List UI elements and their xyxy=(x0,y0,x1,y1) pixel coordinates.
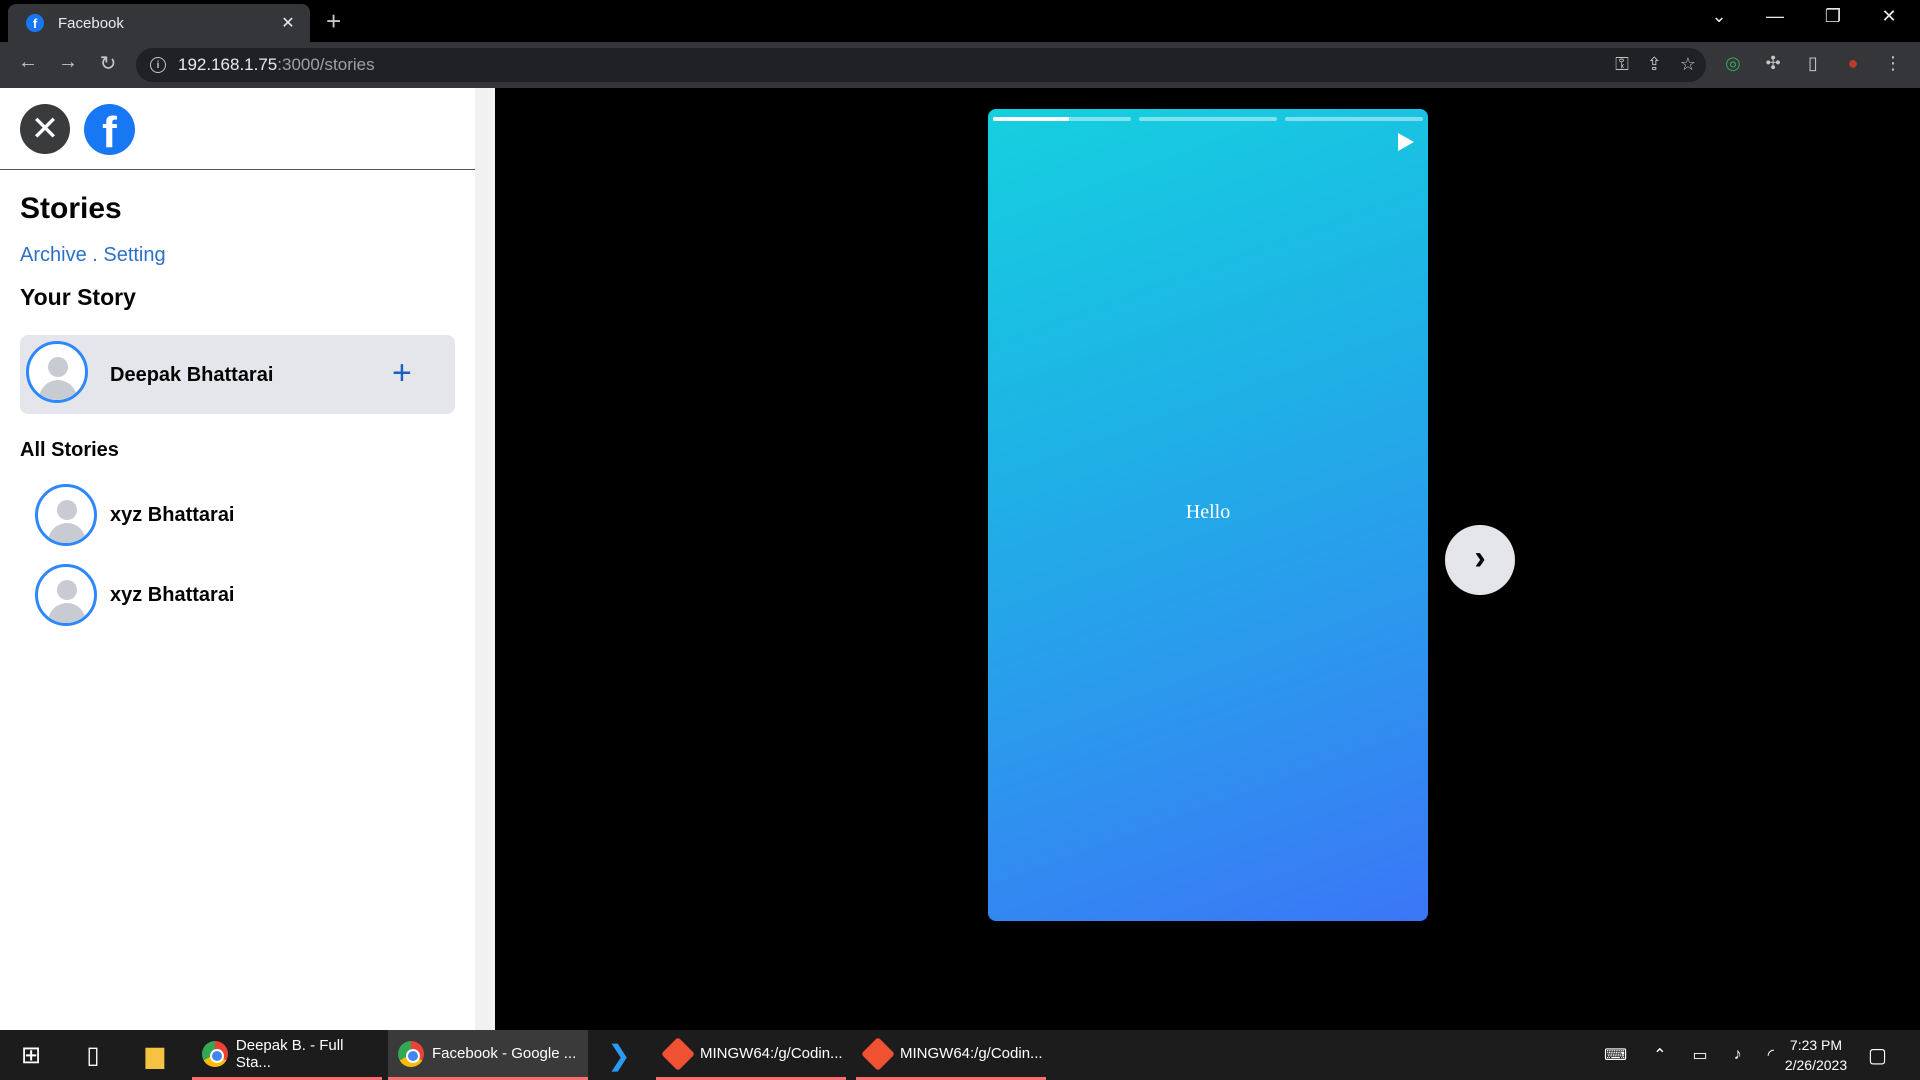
show-hidden-icons-icon[interactable]: ⌃ xyxy=(1653,1045,1666,1065)
taskbar-app-facebook[interactable]: Facebook - Google ... xyxy=(388,1030,588,1080)
list-item[interactable]: xyz Bhattarai xyxy=(20,478,455,552)
taskbar-app-chrome[interactable]: Deepak B. - Full Sta... xyxy=(192,1030,382,1080)
extension-ring-icon[interactable]: ◎ xyxy=(1720,53,1746,74)
file-explorer-icon[interactable]: ▆ xyxy=(132,1030,178,1080)
system-tray: ⌨ ⌃ ▭ ♪ ◜ xyxy=(1604,1030,1774,1080)
progress-segment xyxy=(1139,117,1277,121)
taskbar-app-label: MINGW64:/g/Codin... xyxy=(700,1045,843,1062)
page-title: Stories xyxy=(20,192,122,225)
story-user-name: xyz Bhattarai xyxy=(110,584,235,606)
avatar xyxy=(35,564,97,626)
tab-close-icon[interactable]: ✕ xyxy=(278,13,298,33)
facebook-favicon-icon: f xyxy=(26,14,44,32)
list-item[interactable]: xyz Bhattarai xyxy=(20,558,455,632)
play-icon[interactable] xyxy=(1398,133,1414,151)
notifications-icon[interactable]: ▢ xyxy=(1868,1030,1887,1080)
avatar xyxy=(35,484,97,546)
next-story-chevron-icon[interactable]: › xyxy=(1445,525,1515,595)
minimize-icon[interactable]: — xyxy=(1752,6,1798,27)
git-icon xyxy=(861,1036,895,1071)
windows-taskbar: ⊞ ▯ ▆ Deepak B. - Full Sta... Facebook -… xyxy=(0,1030,1920,1080)
profile-avatar-icon[interactable]: ● xyxy=(1840,53,1866,74)
stories-sidebar: ✕ f Stories Archive . Setting Your Story… xyxy=(0,88,475,1030)
window-close-icon[interactable]: ✕ xyxy=(1866,6,1912,27)
taskbar-app-label: Deepak B. - Full Sta... xyxy=(235,1036,344,1071)
progress-segment xyxy=(993,117,1131,121)
menu-kebab-icon[interactable]: ⋮ xyxy=(1880,53,1906,74)
archive-setting-links[interactable]: Archive . Setting xyxy=(20,244,166,267)
bookmark-star-icon[interactable]: ☆ xyxy=(1680,54,1696,75)
taskbar-app-mingw-1[interactable]: MINGW64:/g/Codin... xyxy=(656,1030,846,1080)
key-icon[interactable]: ⚿ xyxy=(1615,54,1629,75)
url-path: :3000/stories xyxy=(277,55,375,74)
new-tab-icon[interactable]: + xyxy=(326,8,341,34)
taskbar-app-mingw-2[interactable]: MINGW64:/g/Codin... xyxy=(856,1030,1046,1080)
my-story-name: Deepak Bhattarai xyxy=(110,364,274,386)
story-progress xyxy=(993,117,1423,121)
address-bar[interactable]: i 192.168.1.75:3000/stories ⚿ ⇪ ☆ xyxy=(136,48,1706,82)
browser-titlebar: f Facebook ✕ + ⌄ — ❐ ✕ xyxy=(0,0,1920,42)
omnibox-actions: ⚿ ⇪ ☆ xyxy=(1615,54,1696,75)
taskbar-clock[interactable]: 7:23 PM 2/26/2023 xyxy=(1768,1035,1864,1075)
browser-toolbar: ← → ↻ i 192.168.1.75:3000/stories ⚿ ⇪ ☆ … xyxy=(0,42,1920,88)
story-text: Hello xyxy=(1185,501,1231,523)
my-story-card[interactable]: Deepak Bhattarai + xyxy=(20,335,455,414)
tab-search-icon[interactable]: ⌄ xyxy=(1696,6,1742,27)
browser-tab-facebook[interactable]: f Facebook ✕ xyxy=(8,4,310,42)
story-card[interactable]: Hello xyxy=(988,109,1428,921)
sidebar-scrollbar[interactable] xyxy=(475,88,495,1030)
site-info-icon[interactable]: i xyxy=(150,57,166,73)
add-story-icon[interactable]: + xyxy=(392,353,412,393)
facebook-logo-icon[interactable]: f xyxy=(84,104,135,155)
notepad-icon[interactable]: ▯ xyxy=(70,1030,116,1080)
keyboard-icon[interactable]: ⌨ xyxy=(1604,1045,1627,1065)
tab-title: Facebook xyxy=(58,14,124,32)
story-user-name: xyz Bhattarai xyxy=(110,504,235,526)
your-story-heading: Your Story xyxy=(20,284,136,310)
restore-icon[interactable]: ❐ xyxy=(1810,6,1856,27)
reload-icon[interactable]: ↻ xyxy=(94,51,122,76)
forward-icon[interactable]: → xyxy=(54,51,82,74)
back-icon[interactable]: ← xyxy=(14,51,42,74)
close-stories-icon[interactable]: ✕ xyxy=(20,104,70,154)
taskbar-app-label: MINGW64:/g/Codin... xyxy=(900,1045,1043,1062)
clock-date: 2/26/2023 xyxy=(1784,1057,1848,1073)
clock-time: 7:23 PM xyxy=(1789,1037,1843,1053)
git-icon xyxy=(661,1036,695,1071)
windows-start-icon[interactable]: ⊞ xyxy=(8,1030,54,1080)
all-stories-heading: All Stories xyxy=(20,439,119,461)
taskbar-app-label: Facebook - Google ... xyxy=(432,1045,577,1062)
sidebar-header: ✕ f xyxy=(0,88,475,170)
progress-fill-1 xyxy=(993,117,1069,121)
chrome-icon xyxy=(398,1040,424,1067)
extensions-puzzle-icon[interactable]: ✣ xyxy=(1760,53,1786,74)
stories-page: ✕ f Stories Archive . Setting Your Story… xyxy=(0,88,1920,1030)
vscode-icon[interactable]: ❯ xyxy=(596,1030,642,1080)
url-host: 192.168.1.75 xyxy=(178,55,278,74)
avatar xyxy=(26,341,88,403)
progress-segment xyxy=(1285,117,1423,121)
side-panel-icon[interactable]: ▯ xyxy=(1800,53,1826,74)
volume-icon[interactable]: ♪ xyxy=(1734,1046,1742,1064)
share-icon[interactable]: ⇪ xyxy=(1647,54,1662,75)
chrome-icon xyxy=(202,1040,228,1067)
battery-icon[interactable]: ▭ xyxy=(1693,1045,1708,1065)
